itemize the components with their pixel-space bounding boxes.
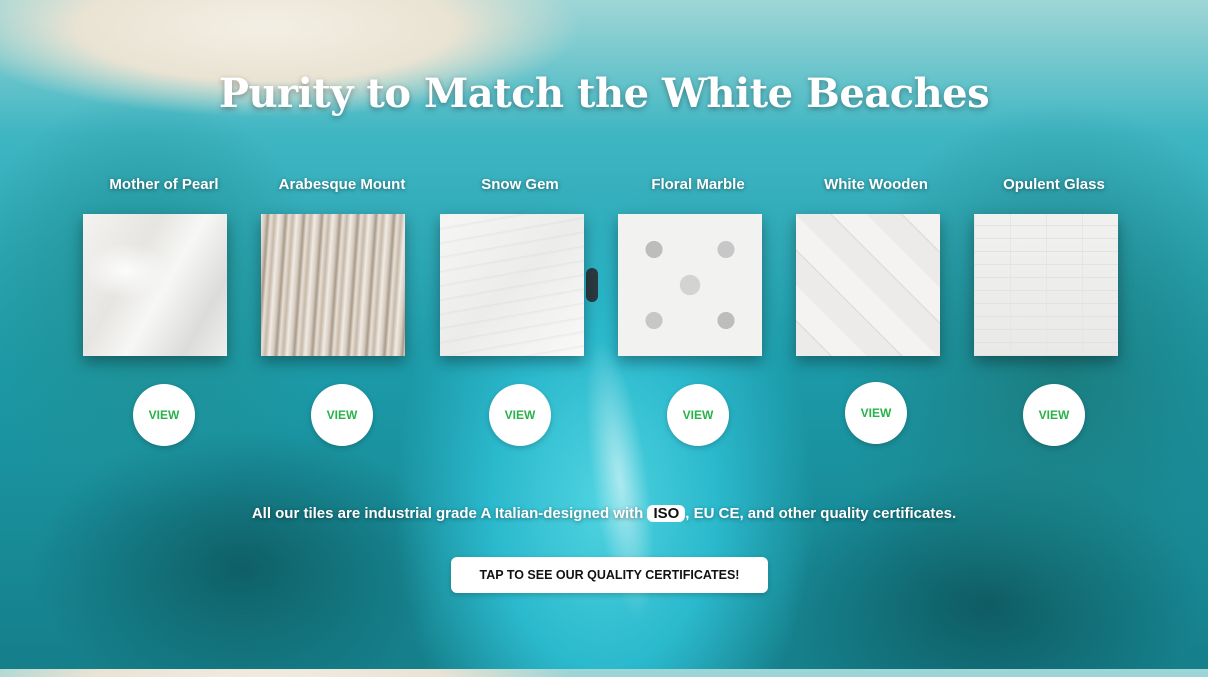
tile-name-arabesque-mount: Arabesque Mount (278, 176, 406, 193)
tile-image-arabesque-mount[interactable] (261, 214, 405, 356)
view-button-white-wooden[interactable]: VIEW (845, 382, 907, 444)
page-headline: Purity to Match the White Beaches (218, 70, 990, 117)
tile-name-snow-gem: Snow Gem (481, 176, 559, 193)
view-button-snow-gem[interactable]: VIEW (489, 384, 551, 446)
tile-image-snow-gem[interactable] (440, 214, 584, 356)
info-text-before: All our tiles are industrial grade A Ita… (251, 505, 648, 522)
jet-ski (586, 268, 598, 302)
tile-name-white-wooden: White Wooden (824, 176, 928, 193)
tile-name-floral-marble: Floral Marble (651, 176, 745, 193)
view-button-mother-of-pearl[interactable]: VIEW (133, 384, 195, 446)
info-text-after: , EU CE, and other quality certificates. (685, 505, 957, 522)
quality-certificates-button[interactable]: TAP TO SEE OUR QUALITY CERTIFICATES! (451, 557, 768, 593)
iso-badge: ISO (647, 505, 686, 522)
tile-image-floral-marble[interactable] (618, 214, 762, 356)
view-button-opulent-glass[interactable]: VIEW (1023, 384, 1085, 446)
tile-image-opulent-glass[interactable] (974, 214, 1118, 356)
tile-name-mother-of-pearl: Mother of Pearl (109, 176, 219, 193)
tile-image-mother-of-pearl[interactable] (83, 214, 227, 356)
view-button-floral-marble[interactable]: VIEW (667, 384, 729, 446)
tile-name-opulent-glass: Opulent Glass (1003, 176, 1105, 193)
quality-info-text: All our tiles are industrial grade A Ita… (0, 505, 1208, 522)
view-button-arabesque-mount[interactable]: VIEW (311, 384, 373, 446)
tile-image-white-wooden[interactable] (796, 214, 940, 356)
